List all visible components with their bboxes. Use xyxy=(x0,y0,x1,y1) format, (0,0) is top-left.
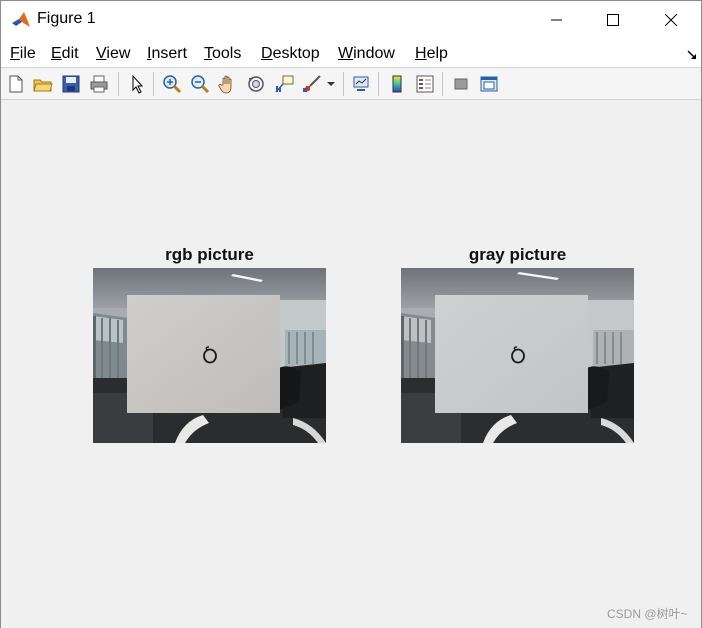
save-icon[interactable] xyxy=(59,72,83,96)
toolbar-separator xyxy=(153,72,154,96)
menu-desktop[interactable]: Desktop xyxy=(261,45,320,63)
toolbar-separator xyxy=(442,72,443,96)
menu-bar: File Edit View Insert Tools Desktop Wind… xyxy=(1,39,701,68)
maximize-icon xyxy=(607,14,619,26)
select-arrow-icon[interactable] xyxy=(125,72,149,96)
hide-plot-tools-icon[interactable] xyxy=(449,72,473,96)
figure-toolbar xyxy=(1,69,701,100)
colorbar-icon[interactable] xyxy=(385,72,409,96)
figure-window: Figure 1 File Edit View Insert Tools Des… xyxy=(0,0,702,628)
print-icon[interactable] xyxy=(87,72,111,96)
window-title: Figure 1 xyxy=(37,10,96,27)
new-figure-icon[interactable] xyxy=(4,72,28,96)
dock-arrow-icon[interactable] xyxy=(687,47,697,59)
open-file-icon[interactable] xyxy=(31,72,55,96)
menu-tools[interactable]: Tools xyxy=(204,45,241,63)
rotate-3d-icon[interactable] xyxy=(244,72,268,96)
link-plot-icon[interactable] xyxy=(349,72,373,96)
title-bar[interactable]: Figure 1 xyxy=(1,1,701,39)
brush-icon[interactable] xyxy=(300,72,324,96)
maximize-button[interactable] xyxy=(585,1,641,39)
minimize-icon xyxy=(551,19,562,21)
gray-image[interactable] xyxy=(401,268,634,443)
menu-file[interactable]: File xyxy=(10,45,36,63)
menu-edit[interactable]: Edit xyxy=(51,45,79,63)
rgb-image[interactable] xyxy=(93,268,326,443)
show-plot-tools-icon[interactable] xyxy=(477,72,501,96)
pan-hand-icon[interactable] xyxy=(216,72,240,96)
menu-view[interactable]: View xyxy=(96,45,130,63)
minimize-button[interactable] xyxy=(529,1,585,39)
toolbar-separator xyxy=(343,72,344,96)
close-button[interactable] xyxy=(643,1,699,39)
axes-title-rgb: rgb picture xyxy=(165,245,254,264)
toolbar-separator xyxy=(118,72,119,96)
axes-title-gray: gray picture xyxy=(468,245,567,264)
data-cursor-icon[interactable] xyxy=(272,72,296,96)
matlab-logo-icon xyxy=(11,10,31,30)
zoom-out-icon[interactable] xyxy=(188,72,212,96)
csdn-watermark: CSDN @树叶~ xyxy=(607,607,688,621)
menu-help[interactable]: Help xyxy=(415,45,448,63)
menu-insert[interactable]: Insert xyxy=(147,45,187,63)
zoom-in-icon[interactable] xyxy=(160,72,184,96)
close-icon xyxy=(665,14,677,26)
legend-icon[interactable] xyxy=(413,72,437,96)
menu-window[interactable]: Window xyxy=(338,45,395,63)
toolbar-separator xyxy=(378,72,379,96)
brush-dropdown-icon[interactable] xyxy=(324,72,338,96)
